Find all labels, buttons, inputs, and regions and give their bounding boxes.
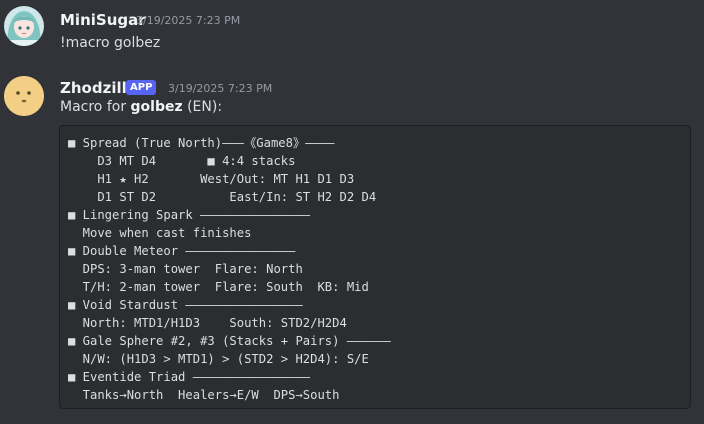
message-suffix: (EN):	[182, 99, 223, 115]
code-line: DPS: 3-man tower Flare: North	[68, 262, 303, 276]
macro-code-block: ■ Spread (True North)———《Game8》———— D3 M…	[59, 125, 691, 409]
zhodzilla-timestamp: 3/19/2025 7:23 PM	[168, 82, 273, 95]
code-line: North: MTD1/H1D3 South: STD2/H2D4	[68, 316, 347, 330]
app-badge: APP	[126, 80, 157, 95]
code-lines: ■ Spread (True North)———《Game8》———— D3 M…	[68, 134, 391, 404]
code-line: ■ Double Meteor ———————————————	[68, 244, 296, 258]
code-line: Move when cast finishes	[68, 226, 252, 240]
code-line: ■ Gale Sphere #2, #3 (Stacks + Pairs) ——…	[68, 334, 391, 348]
message-bold-term: golbez	[130, 99, 183, 115]
minisugar-message-text: !macro golbez	[60, 35, 161, 51]
code-line: ■ Spread (True North)———《Game8》————	[68, 136, 335, 150]
minisugar-username[interactable]: MiniSugar	[60, 11, 146, 29]
chat-channel: MiniSugar 3/19/2025 7:23 PM !macro golbe…	[0, 0, 704, 424]
minisugar-timestamp: 3/19/2025 7:23 PM	[136, 14, 241, 27]
zhodzilla-avatar[interactable]	[4, 76, 44, 116]
code-line: ■ Void Stardust ————————————————	[68, 298, 303, 312]
code-line: ■ Lingering Spark ———————————————	[68, 208, 311, 222]
code-line: N/W: (H1D3 > MTD1) > (STD2 > H2D4): S/E	[68, 352, 369, 366]
zhodzilla-message-text: Macro for golbez (EN):	[60, 98, 222, 116]
message-prefix: Macro for	[60, 99, 131, 115]
code-line: T/H: 2-man tower Flare: South KB: Mid	[68, 280, 369, 294]
code-line: ■ Eventide Triad ————————————————	[68, 370, 311, 384]
code-line: H1 ★ H2 West/Out: MT H1 D1 D3	[68, 172, 355, 186]
code-line: D1 ST D2 East/In: ST H2 D2 D4	[68, 190, 377, 204]
minisugar-avatar[interactable]	[4, 6, 44, 46]
code-line: D3 MT D4 ■ 4:4 stacks	[68, 154, 296, 168]
code-line: Tanks→North Healers→E/W DPS→South	[68, 388, 340, 402]
